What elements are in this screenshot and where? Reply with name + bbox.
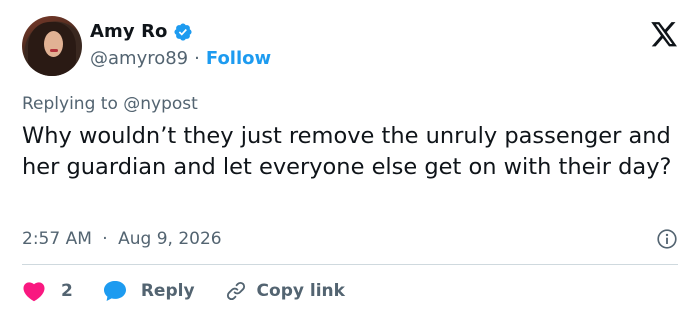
author-handle[interactable]: @amyro89 xyxy=(90,48,188,69)
handle-separator: · xyxy=(194,48,200,69)
copy-link-button[interactable]: Copy link xyxy=(225,280,345,302)
tweet-timestamp[interactable]: 2:57 AM · Aug 9, 2026 xyxy=(22,229,222,249)
x-logo-icon[interactable] xyxy=(651,22,678,47)
reply-bubble-icon xyxy=(103,281,126,301)
replying-to-prefix: Replying to xyxy=(22,94,118,114)
follow-button[interactable]: Follow xyxy=(206,48,271,69)
info-icon[interactable] xyxy=(656,228,678,250)
author-display-name[interactable]: Amy Ro xyxy=(90,21,168,42)
avatar-face xyxy=(44,31,63,57)
tweet-date: Aug 9, 2026 xyxy=(118,229,222,249)
timestamp-separator: · xyxy=(102,229,108,249)
avatar[interactable] xyxy=(22,16,82,76)
divider xyxy=(22,264,678,265)
author-handle-row: @amyro89 · Follow xyxy=(90,48,271,69)
copy-link-label: Copy link xyxy=(256,281,345,301)
link-icon xyxy=(226,281,245,301)
tweet-time: 2:57 AM xyxy=(22,229,92,249)
avatar-lips xyxy=(50,49,58,52)
heart-icon xyxy=(23,282,45,302)
like-count: 2 xyxy=(61,281,73,301)
tweet-actions: 2 Reply Copy link xyxy=(22,278,345,304)
reply-label: Reply xyxy=(140,281,195,301)
reply-button[interactable]: Reply xyxy=(103,280,195,302)
author-name-row: Amy Ro xyxy=(90,21,193,42)
verified-badge-icon xyxy=(173,22,192,41)
replying-to-mention[interactable]: @nypost xyxy=(123,94,198,114)
replying-to-line: Replying to @nypost xyxy=(22,94,198,114)
tweet-text: Why wouldn’t they just remove the unruly… xyxy=(22,123,672,180)
like-button[interactable]: 2 xyxy=(22,280,73,302)
